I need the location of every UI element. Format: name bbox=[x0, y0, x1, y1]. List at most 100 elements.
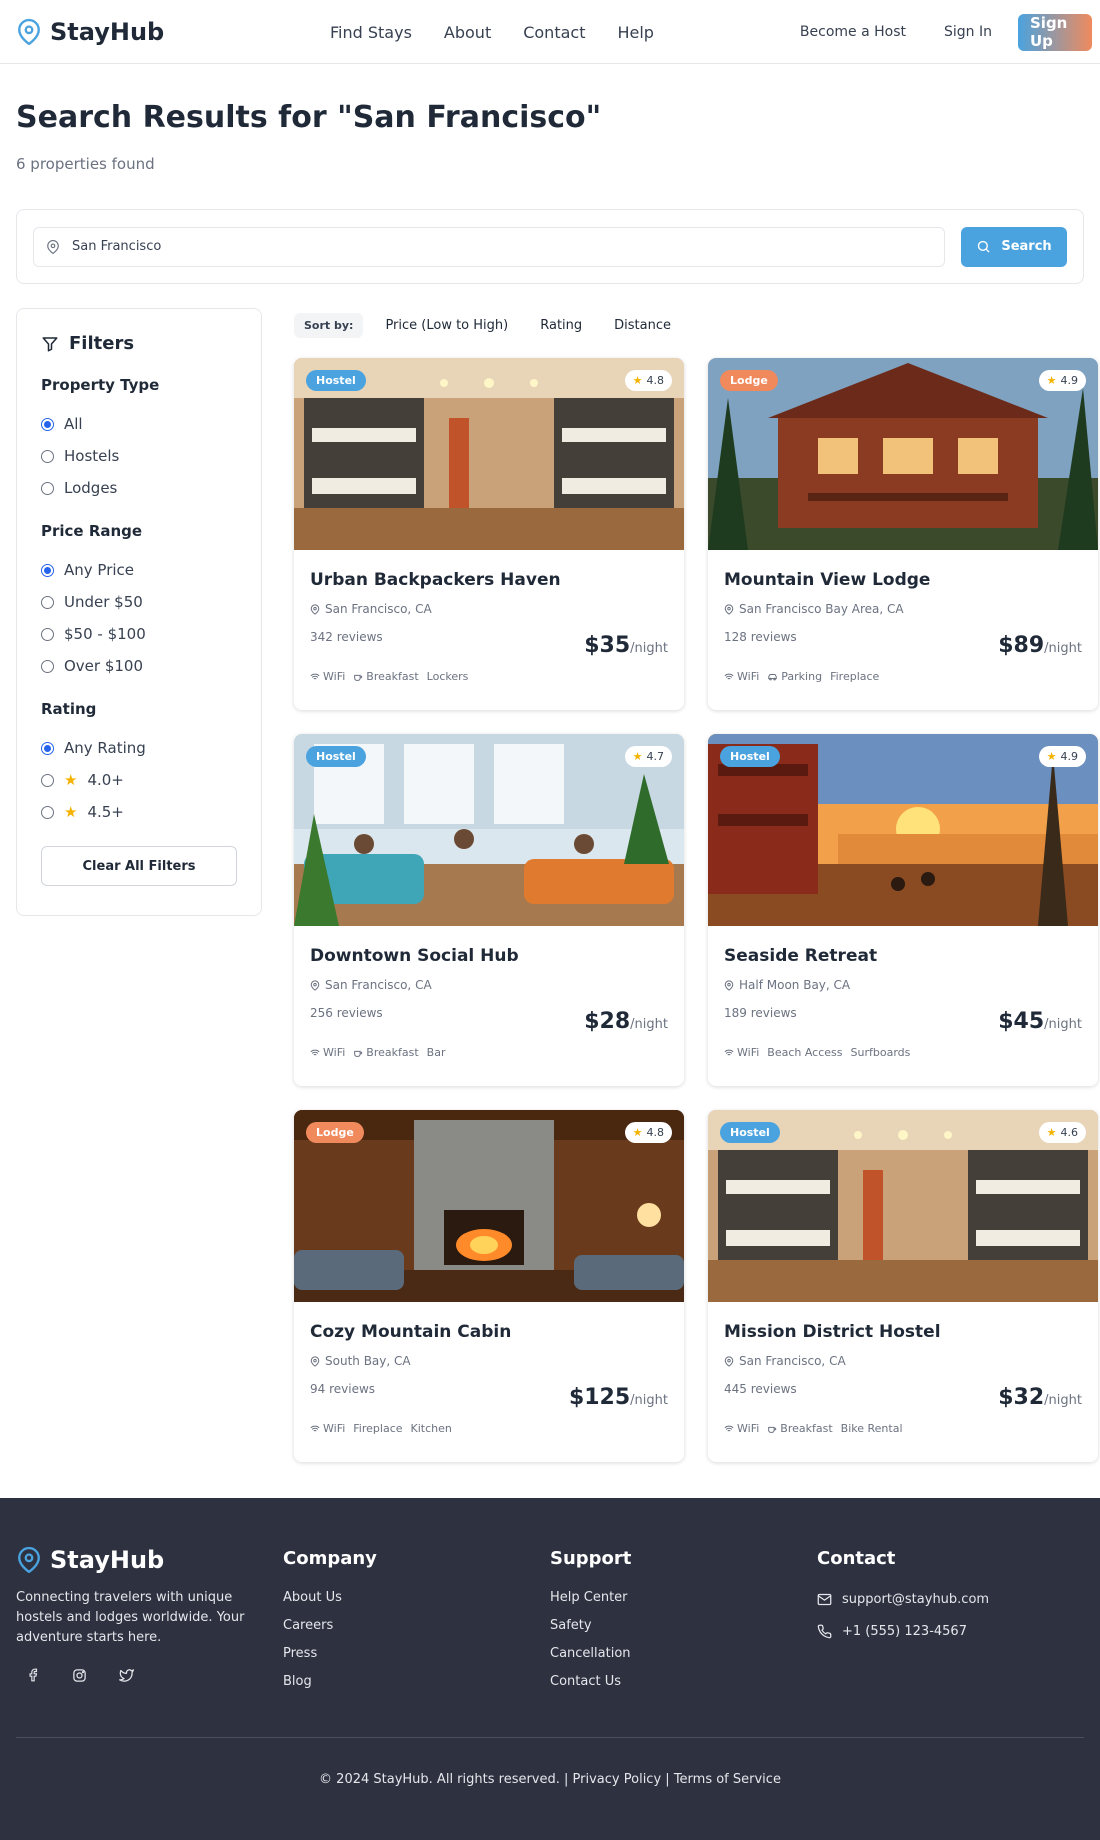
coffee-icon bbox=[354, 1050, 363, 1057]
footer-link-careers[interactable]: Careers bbox=[283, 1611, 550, 1639]
filter-option-hostels[interactable]: Hostels bbox=[41, 440, 237, 472]
sort-option-distance[interactable]: Distance bbox=[604, 312, 681, 339]
listing-image[interactable]: Hostel ★ 4.6 bbox=[708, 1110, 1098, 1302]
privacy-policy-link[interactable]: Privacy Policy bbox=[573, 1772, 662, 1787]
footer-logo[interactable]: StayHub bbox=[16, 1546, 283, 1574]
footer-link-about-us[interactable]: About Us bbox=[283, 1583, 550, 1611]
footer-link-help-center[interactable]: Help Center bbox=[550, 1583, 817, 1611]
instagram-icon[interactable] bbox=[72, 1668, 87, 1683]
sign-up-button[interactable]: Sign Up bbox=[1018, 13, 1092, 51]
footer-link-cancellation[interactable]: Cancellation bbox=[550, 1639, 817, 1667]
filter-option-label: 4.5+ bbox=[87, 803, 124, 821]
listing-name[interactable]: Urban Backpackers Haven bbox=[310, 570, 668, 590]
rating-value: 4.8 bbox=[646, 1126, 665, 1139]
radio-button[interactable] bbox=[41, 481, 54, 495]
listing-card[interactable]: Hostel ★ 4.6 Mission District Hostel San … bbox=[708, 1110, 1098, 1462]
car-icon bbox=[768, 673, 778, 680]
listing-image[interactable]: Hostel ★ 4.7 bbox=[294, 734, 684, 926]
results-layout: Filters Property Type All Hostels Lodges… bbox=[16, 308, 1098, 1462]
copyright-text: © 2024 StayHub. All rights reserved. bbox=[319, 1772, 560, 1787]
listing-name[interactable]: Seaside Retreat bbox=[724, 946, 1082, 966]
amenity-label: Breakfast bbox=[366, 1046, 419, 1059]
listing-card[interactable]: Hostel ★ 4.9 Seaside Retreat Half Moon Ba… bbox=[708, 734, 1098, 1086]
radio-button[interactable] bbox=[41, 805, 54, 819]
sort-option-price[interactable]: Price (Low to High) bbox=[375, 312, 518, 339]
footer-columns: StayHub Connecting travelers with unique… bbox=[16, 1546, 1084, 1695]
contact-phone[interactable]: +1 (555) 123-4567 bbox=[817, 1615, 1084, 1647]
logo[interactable]: StayHub bbox=[16, 18, 164, 46]
search-button[interactable]: Search bbox=[961, 226, 1067, 267]
radio-button[interactable] bbox=[41, 741, 54, 755]
filter-option-50-100[interactable]: $50 - $100 bbox=[41, 618, 237, 650]
listing-name[interactable]: Downtown Social Hub bbox=[310, 946, 668, 966]
footer-link-safety[interactable]: Safety bbox=[550, 1611, 817, 1639]
star-icon: ★ bbox=[64, 771, 78, 789]
listing-meta: 128 reviews $89/night bbox=[724, 630, 1082, 658]
filter-option-lodges[interactable]: Lodges bbox=[41, 472, 237, 504]
listing-location-text: San Francisco Bay Area, CA bbox=[739, 602, 904, 616]
filter-option-rating-4[interactable]: ★ 4.0+ bbox=[41, 764, 237, 796]
footer-link-contact-us[interactable]: Contact Us bbox=[550, 1667, 817, 1695]
footer-column-title: Support bbox=[550, 1548, 632, 1569]
radio-button[interactable] bbox=[41, 417, 54, 431]
listing-card[interactable]: Lodge ★ 4.9 Mountain View Lodge San Franc… bbox=[708, 358, 1098, 710]
contact-email-text: support@stayhub.com bbox=[842, 1591, 990, 1607]
filter-option-label: Hostels bbox=[64, 447, 120, 465]
filter-option-any-rating[interactable]: Any Rating bbox=[41, 732, 237, 764]
clear-filters-button[interactable]: Clear All Filters bbox=[41, 846, 237, 886]
filter-option-label: Any Rating bbox=[64, 739, 146, 757]
amenity-label: WiFi bbox=[323, 1422, 346, 1435]
radio-button[interactable] bbox=[41, 449, 54, 463]
contact-email[interactable]: support@stayhub.com bbox=[817, 1583, 1084, 1615]
listing-image[interactable]: Hostel ★ 4.8 bbox=[294, 358, 684, 550]
filter-option-rating-4-5[interactable]: ★ 4.5+ bbox=[41, 796, 237, 828]
listing-name[interactable]: Mission District Hostel bbox=[724, 1322, 1082, 1342]
listing-image[interactable]: Lodge ★ 4.8 bbox=[294, 1110, 684, 1302]
nav-link-find-stays[interactable]: Find Stays bbox=[330, 23, 412, 42]
listing-card[interactable]: Hostel ★ 4.8 Urban Backpackers Haven San … bbox=[294, 358, 684, 710]
contact-phone-text: +1 (555) 123-4567 bbox=[842, 1623, 967, 1639]
filter-option-over-100[interactable]: Over $100 bbox=[41, 650, 237, 682]
listing-meta: 342 reviews $35/night bbox=[310, 630, 668, 658]
nav-link-contact[interactable]: Contact bbox=[523, 23, 585, 42]
amenities-list: WiFi Breakfast Bar bbox=[310, 1046, 668, 1059]
terms-of-service-link[interactable]: Terms of Service bbox=[674, 1772, 781, 1787]
listing-reviews: 445 reviews bbox=[724, 1382, 797, 1396]
radio-button[interactable] bbox=[41, 563, 54, 577]
radio-button[interactable] bbox=[41, 773, 54, 787]
amenities-list: WiFi Beach Access Surfboards bbox=[724, 1046, 1082, 1059]
sign-in-link[interactable]: Sign In bbox=[932, 16, 1004, 48]
listing-card[interactable]: Lodge ★ 4.8 Cozy Mountain Cabin South Bay… bbox=[294, 1110, 684, 1462]
radio-button[interactable] bbox=[41, 659, 54, 673]
listing-reviews: 94 reviews bbox=[310, 1382, 376, 1396]
listing-name[interactable]: Cozy Mountain Cabin bbox=[310, 1322, 668, 1342]
facebook-icon[interactable] bbox=[26, 1668, 40, 1682]
nav-link-help[interactable]: Help bbox=[617, 23, 653, 42]
filter-group-title: Rating bbox=[41, 700, 97, 718]
listing-image[interactable]: Lodge ★ 4.9 bbox=[708, 358, 1098, 550]
map-pin-icon bbox=[724, 1355, 734, 1367]
listing-card[interactable]: Hostel ★ 4.7 Downtown Social Hub San Fran… bbox=[294, 734, 684, 1086]
listing-image[interactable]: Hostel ★ 4.9 bbox=[708, 734, 1098, 926]
map-pin-icon bbox=[47, 239, 59, 254]
radio-button[interactable] bbox=[41, 595, 54, 609]
footer-description: Connecting travelers with unique hostels… bbox=[16, 1590, 245, 1645]
amenity-label: WiFi bbox=[737, 670, 760, 683]
filter-option-under-50[interactable]: Under $50 bbox=[41, 586, 237, 618]
footer-link-blog[interactable]: Blog bbox=[283, 1667, 550, 1695]
sort-option-rating[interactable]: Rating bbox=[530, 312, 592, 339]
become-host-link[interactable]: Become a Host bbox=[788, 16, 918, 48]
filter-option-all[interactable]: All bbox=[41, 408, 237, 440]
nav-link-about[interactable]: About bbox=[444, 23, 491, 42]
radio-button[interactable] bbox=[41, 627, 54, 641]
listing-location: Half Moon Bay, CA bbox=[724, 978, 1082, 992]
footer-link-press[interactable]: Press bbox=[283, 1639, 550, 1667]
search-icon bbox=[978, 240, 990, 253]
filter-option-label: Any Price bbox=[64, 561, 135, 579]
listing-price: $32/night bbox=[998, 1385, 1082, 1410]
search-input[interactable]: San Francisco bbox=[33, 226, 945, 267]
property-type-badge: Hostel bbox=[720, 1122, 780, 1143]
filter-option-any-price[interactable]: Any Price bbox=[41, 554, 237, 586]
twitter-icon[interactable] bbox=[119, 1668, 134, 1683]
listing-name[interactable]: Mountain View Lodge bbox=[724, 570, 1082, 590]
